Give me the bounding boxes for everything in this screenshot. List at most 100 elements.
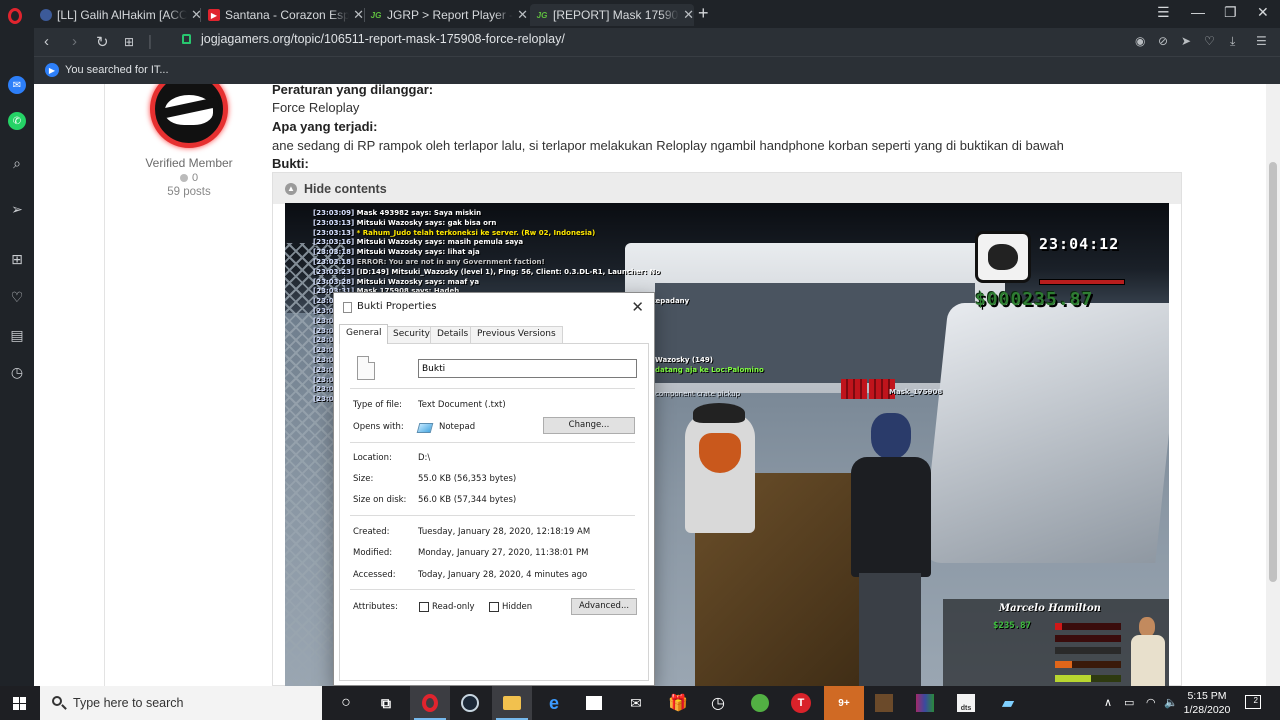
windows-start-icon[interactable] — [13, 697, 26, 710]
size-on-disk-label: Size on disk: — [353, 495, 407, 505]
tab-menu-icon[interactable]: ☰ — [1157, 4, 1170, 21]
flow-icon[interactable]: ➢ — [8, 200, 26, 218]
heart-icon[interactable]: ♡ — [1204, 34, 1215, 48]
location-label: Location: — [353, 453, 392, 463]
close-icon[interactable]: ✕ — [631, 298, 644, 316]
reputation-count: 0 — [191, 172, 199, 184]
t-app-icon[interactable]: T — [789, 691, 813, 715]
winrar-stack — [916, 694, 934, 712]
location-value: D:\ — [418, 453, 431, 463]
opera-menu-icon[interactable] — [8, 8, 22, 24]
tab-galih[interactable]: [LL] Galih AlHakim [ACCEPTED] ✕ — [34, 4, 202, 26]
speed-dial-sidebar-icon[interactable]: ⊞ — [8, 250, 26, 268]
hidden-label[interactable]: Hidden — [502, 602, 532, 612]
dts-box: dts — [957, 694, 975, 712]
close-tab-icon[interactable]: ✕ — [683, 7, 694, 23]
restore-button[interactable]: ❐ — [1224, 4, 1237, 21]
browser-tab-bar: [LL] Galih AlHakim [ACCEPTED] ✕ ▶ Santan… — [0, 0, 1280, 28]
opera-taskbar-icon[interactable] — [418, 691, 442, 715]
download-icon[interactable]: ⤓ — [1230, 34, 1235, 49]
energy-fill — [1055, 661, 1072, 668]
member-group: Verified Member — [145, 156, 233, 170]
task-view-icon[interactable]: ⧉ — [374, 691, 398, 715]
address-bar: ‹ › ↻ ⊞ | jogjagamers.org/topic/106511-r… — [34, 28, 1280, 56]
gta-icon[interactable] — [872, 691, 896, 715]
edge-icon[interactable]: e — [542, 691, 566, 715]
wifi-icon[interactable]: ◠ — [1146, 696, 1156, 709]
file-explorer-icon[interactable] — [500, 691, 524, 715]
bookmarks-icon[interactable]: ♡ — [8, 288, 26, 306]
spoiler-toggle[interactable]: ▲ Hide contents — [273, 173, 1181, 204]
gift-icon[interactable]: 🎁 — [666, 691, 690, 715]
windows-taskbar: Type here to search ○ ⧉ e ✉ 🎁 ◷ T 9+ dts… — [0, 686, 1280, 720]
tray-chevron-icon[interactable]: ∧ — [1104, 696, 1112, 709]
store-icon[interactable] — [582, 691, 606, 715]
file-name-input[interactable] — [418, 359, 637, 378]
notification-center-icon[interactable]: 2 — [1245, 695, 1261, 709]
steam-icon[interactable] — [458, 691, 482, 715]
mail-icon[interactable]: ✉ — [624, 691, 648, 715]
proof-heading: Bukti: — [272, 156, 309, 171]
tab-general[interactable]: General — [339, 324, 389, 344]
speed-dial-icon[interactable]: ⊞ — [124, 35, 134, 49]
close-tab-icon[interactable]: ✕ — [517, 7, 528, 23]
battery-icon[interactable]: ▭ — [1124, 696, 1134, 709]
tab-details[interactable]: Details — [430, 326, 476, 343]
jgrp-favicon-icon: JG — [370, 10, 382, 20]
read-only-label[interactable]: Read-only — [432, 602, 475, 612]
game-launcher-icon[interactable]: 9+ — [832, 691, 856, 715]
messenger-icon[interactable]: ✉ — [8, 76, 26, 94]
close-window-button[interactable]: ✕ — [1257, 4, 1269, 21]
tab-jgrp-report-player[interactable]: JG JGRP > Report Player - Jogja ✕ — [364, 4, 528, 26]
menu-icon[interactable]: ☰ — [1256, 34, 1267, 48]
game-clock: 23:04:12 — [1039, 235, 1120, 253]
dts-icon[interactable]: dts — [954, 691, 978, 715]
winrar-icon[interactable] — [913, 691, 937, 715]
chat-timestamp: [23:03:13] — [313, 218, 355, 227]
avatar[interactable] — [150, 84, 228, 148]
xbox-icon[interactable] — [748, 691, 772, 715]
search-hint-text[interactable]: You searched for IT... — [65, 64, 169, 76]
overhead-text: Wazosky (149) — [655, 356, 713, 364]
reload-icon[interactable]: ↻ — [96, 33, 109, 51]
dialog-title-bar[interactable]: Bukti Properties ✕ — [334, 293, 654, 321]
change-button[interactable]: Change... — [543, 417, 635, 434]
tab-report-mask[interactable]: JG [REPORT] Mask 175908 (Force Reloplay)… — [530, 4, 694, 26]
minimize-button[interactable]: — — [1191, 4, 1205, 20]
notepad-taskbar-icon[interactable]: ▰ — [996, 691, 1020, 715]
history-icon[interactable]: ◷ — [8, 363, 26, 381]
clock-app-icon[interactable]: ◷ — [706, 691, 730, 715]
steam-disc — [461, 694, 479, 712]
size-value: 55.0 KB (56,353 bytes) — [418, 474, 517, 484]
play-icon[interactable]: ▶ — [45, 63, 59, 77]
url-field[interactable]: jogjagamers.org/topic/106511-report-mask… — [182, 32, 565, 46]
new-tab-button[interactable]: + — [698, 3, 709, 24]
tab-santana[interactable]: ▶ Santana - Corazon Espinado ✕ — [202, 4, 364, 26]
chat-text: Mitsuki Wazosky says: masih pemula saya — [354, 238, 524, 247]
chat-timestamp: [23:03:09] — [313, 209, 355, 217]
scrollbar-thumb[interactable] — [1269, 162, 1277, 582]
whatsapp-icon[interactable]: ✆ — [8, 112, 26, 130]
back-icon[interactable]: ‹ — [44, 33, 49, 50]
taskbar-clock[interactable]: 5:15 PM 1/28/2020 — [1176, 689, 1238, 717]
page-scrollbar[interactable] — [1266, 84, 1280, 686]
send-icon[interactable]: ➤ — [1181, 34, 1191, 48]
reputation-dot-icon — [179, 174, 188, 182]
youtube-favicon-icon: ▶ — [208, 9, 220, 21]
forward-icon[interactable]: › — [72, 33, 77, 50]
close-tab-icon[interactable]: ✕ — [353, 7, 364, 23]
health-fill — [1040, 280, 1124, 284]
hidden-checkbox[interactable] — [489, 602, 499, 612]
adblock-icon[interactable]: ⊘ — [1158, 34, 1168, 48]
news-icon[interactable]: ▤ — [8, 326, 26, 344]
tab-previous-versions[interactable]: Previous Versions — [470, 326, 563, 343]
type-value: Text Document (.txt) — [418, 400, 506, 410]
sidebar-search-icon[interactable]: ⌕ — [8, 154, 26, 172]
cortana-icon[interactable]: ○ — [334, 691, 358, 715]
taskbar-search[interactable]: Type here to search — [40, 686, 322, 720]
chat-line: [23:03:18] ERROR: You are not in any Gov… — [313, 258, 660, 268]
read-only-checkbox[interactable] — [419, 602, 429, 612]
modified-label: Modified: — [353, 548, 393, 558]
advanced-button[interactable]: Advanced... — [571, 598, 637, 615]
camera-icon[interactable]: ◉ — [1135, 34, 1145, 48]
